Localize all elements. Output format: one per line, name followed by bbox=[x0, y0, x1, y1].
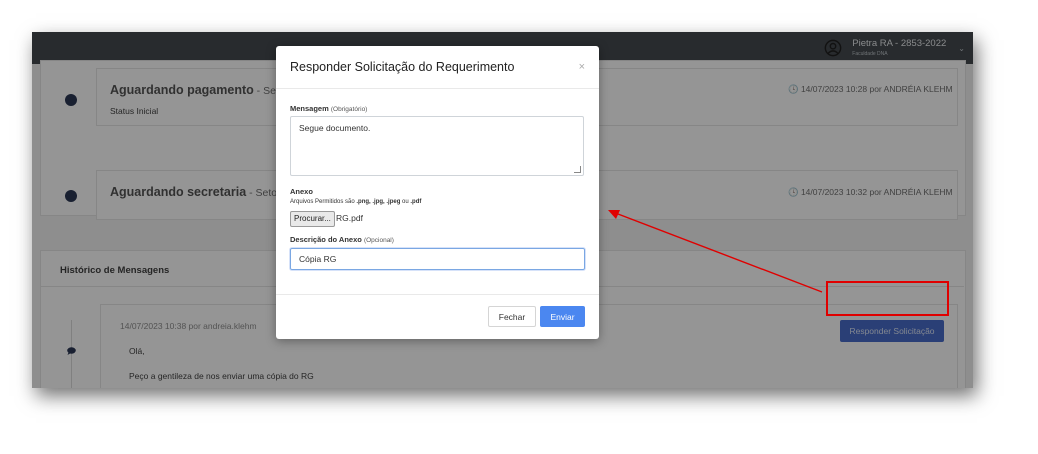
annotation-arrow bbox=[608, 210, 823, 293]
